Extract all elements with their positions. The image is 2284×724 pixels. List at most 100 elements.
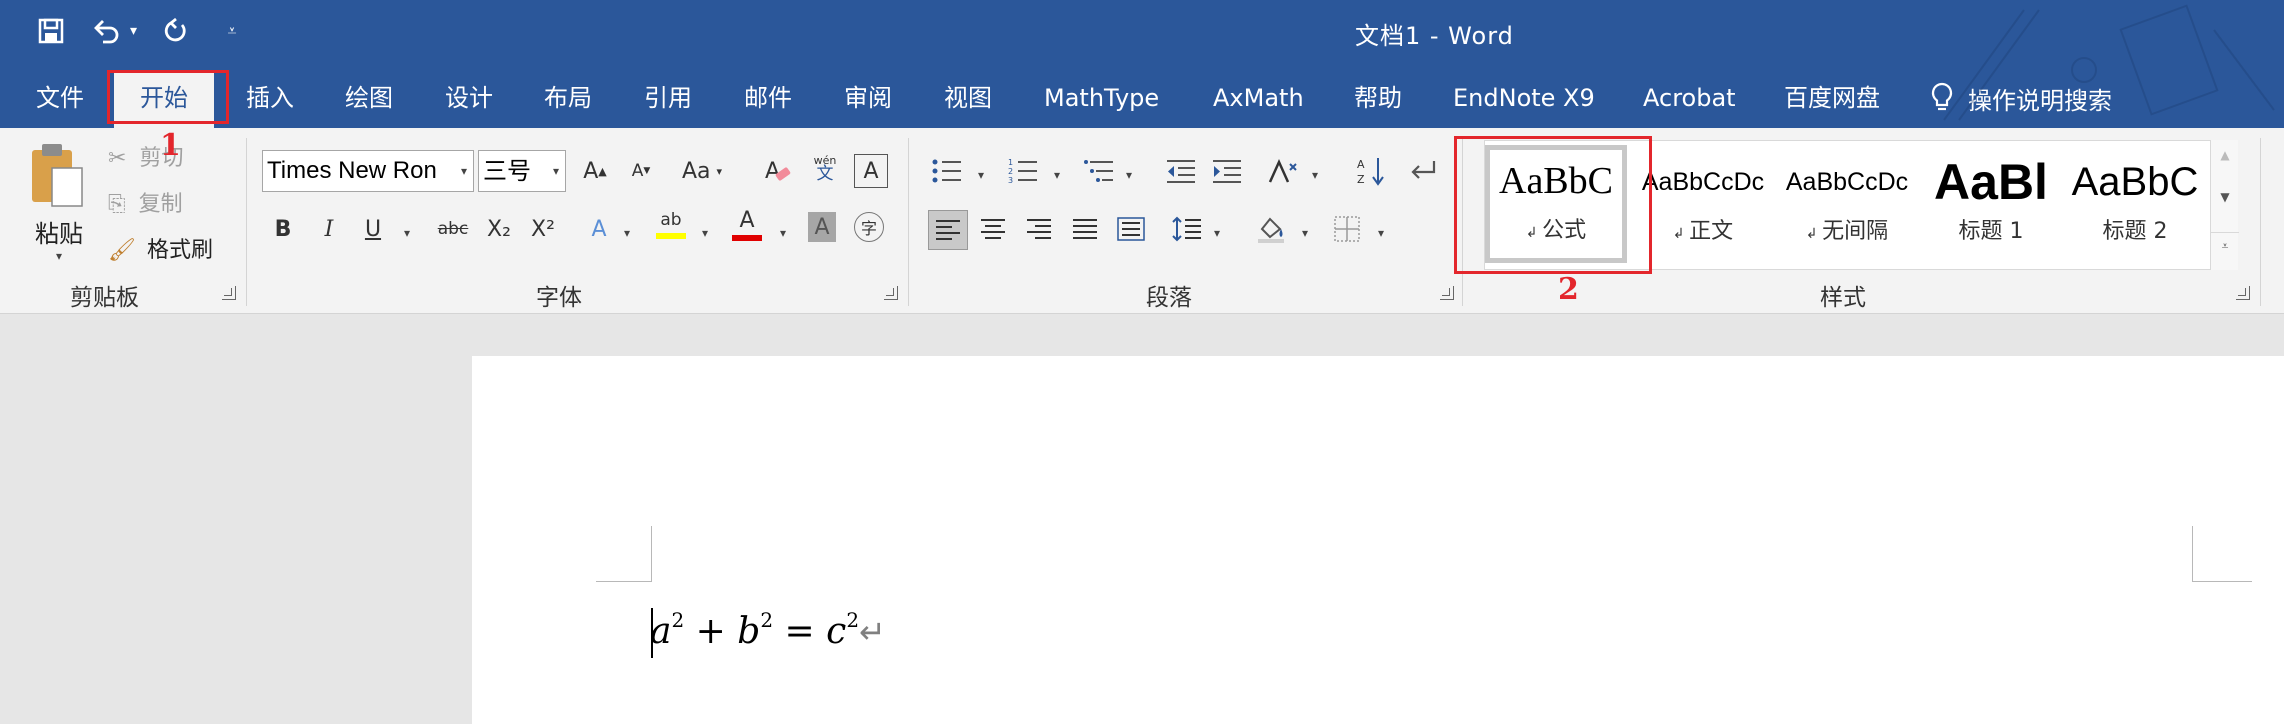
tab-insert[interactable]: 插入 (242, 78, 298, 118)
font-color-dropdown-icon[interactable]: ▾ (780, 226, 786, 240)
crop-mark-top-left (596, 526, 652, 582)
character-border-icon[interactable]: A (854, 154, 888, 188)
paste-button[interactable]: 粘贴 ▾ (28, 142, 90, 263)
shading-icon[interactable] (1254, 212, 1288, 246)
scroll-down-icon[interactable]: ▼ (2211, 190, 2239, 204)
redo-icon[interactable] (159, 14, 193, 48)
style-no-spacing[interactable]: AaBbCcDc ↲ 无间隔 (1777, 151, 1917, 257)
save-icon[interactable] (34, 14, 68, 48)
bullets-dropdown-icon[interactable]: ▾ (978, 168, 984, 182)
italic-button[interactable]: I (312, 212, 346, 246)
tab-acrobat[interactable]: Acrobat (1639, 78, 1740, 118)
increase-indent-icon[interactable] (1210, 154, 1244, 188)
annotation-number-2: 2 (1558, 272, 1579, 307)
style-heading-1-label: 标题 1 (1958, 219, 2024, 244)
align-left-icon[interactable] (928, 210, 968, 250)
clipboard-launcher-icon[interactable] (222, 286, 236, 300)
highlight-button[interactable]: ab (654, 208, 688, 242)
chevron-down-icon: ▾ (460, 164, 467, 178)
text-effects-button[interactable]: A (582, 212, 616, 246)
document-page[interactable] (472, 356, 2284, 724)
group-divider (2260, 138, 2261, 306)
numbering-icon[interactable]: 123 (1006, 154, 1040, 188)
paste-dropdown-icon[interactable]: ▾ (28, 249, 90, 263)
tab-review[interactable]: 审阅 (840, 78, 896, 118)
enclose-characters-button[interactable]: 字 (854, 212, 884, 242)
tab-help[interactable]: 帮助 (1350, 78, 1406, 118)
underline-button[interactable]: U (356, 212, 390, 246)
tab-references[interactable]: 引用 (640, 78, 696, 118)
style-preview: AaBbCcDc (1641, 168, 1765, 196)
chinese-layout-icon[interactable] (1266, 154, 1300, 188)
tab-endnote[interactable]: EndNote X9 (1449, 78, 1599, 118)
style-normal-label: 正文 (1689, 219, 1734, 244)
brush-icon: 🖌 (108, 238, 136, 263)
tab-mailings[interactable]: 邮件 (740, 78, 796, 118)
style-normal[interactable]: AaBbCcDc ↲ 正文 (1633, 151, 1773, 257)
tab-file[interactable]: 文件 (32, 78, 88, 118)
numbering-dropdown-icon[interactable]: ▾ (1054, 168, 1060, 182)
character-shading-button[interactable]: A (808, 212, 836, 242)
line-spacing-icon[interactable] (1170, 212, 1204, 246)
line-spacing-dropdown-icon[interactable]: ▾ (1214, 226, 1220, 240)
tab-baidu-netdisk[interactable]: 百度网盘 (1780, 78, 1884, 118)
align-center-icon[interactable] (976, 212, 1010, 246)
style-heading-2-label: 标题 2 (2102, 219, 2168, 244)
superscript-button[interactable]: X² (526, 212, 560, 246)
undo-dropdown-icon[interactable]: ▾ (130, 23, 137, 39)
font-size-combobox[interactable]: 三号 ▾ (478, 150, 566, 192)
decrease-indent-icon[interactable] (1164, 154, 1198, 188)
format-painter-button[interactable]: 🖌 格式刷 (108, 232, 213, 264)
borders-dropdown-icon[interactable]: ▾ (1378, 226, 1384, 240)
style-name: ↲ 正文 (1672, 219, 1734, 244)
grow-font-icon[interactable]: A ▲ (578, 154, 612, 188)
styles-launcher-icon[interactable] (2236, 286, 2250, 300)
tab-design[interactable]: 设计 (441, 78, 497, 118)
svg-text:Z: Z (1357, 173, 1365, 186)
show-marks-icon[interactable] (1406, 154, 1440, 188)
font-color-label: A (739, 207, 755, 233)
change-case-button[interactable]: Aa ▾ (676, 154, 728, 188)
copy-icon: ⎘ (108, 192, 126, 217)
tab-mathtype[interactable]: MathType (1040, 78, 1163, 118)
copy-button[interactable]: ⎘ 复制 (108, 186, 183, 218)
phonetic-guide-icon[interactable]: wén 文 (808, 152, 842, 186)
text-effects-dropdown-icon[interactable]: ▾ (624, 226, 630, 240)
chinese-layout-dropdown-icon[interactable]: ▾ (1312, 168, 1318, 182)
ribbon-home: 粘贴 ▾ ✂ 剪切 ⎘ 复制 🖌 格式刷 剪贴板 Times New Ron ▾… (0, 128, 2284, 314)
undo-icon[interactable] (90, 14, 124, 48)
bold-button[interactable]: B (266, 212, 300, 246)
sort-icon[interactable]: AZ (1354, 154, 1388, 188)
tab-draw[interactable]: 绘图 (341, 78, 397, 118)
borders-icon[interactable] (1330, 212, 1364, 246)
svg-text:3: 3 (1008, 176, 1013, 184)
paragraph-launcher-icon[interactable] (1440, 286, 1454, 300)
align-right-icon[interactable] (1022, 212, 1056, 246)
highlight-dropdown-icon[interactable]: ▾ (702, 226, 708, 240)
gallery-more-icon[interactable]: ⩡ (2211, 232, 2239, 254)
group-divider (246, 138, 247, 306)
shrink-font-icon[interactable]: A ▼ (624, 154, 658, 188)
customize-qat-icon[interactable]: ⩡ (215, 14, 249, 48)
underline-dropdown-icon[interactable]: ▾ (404, 226, 410, 240)
justify-icon[interactable] (1068, 212, 1102, 246)
distributed-icon[interactable] (1114, 212, 1148, 246)
style-heading-1[interactable]: AaBl 标题 1 (1921, 151, 2061, 257)
scroll-up-icon[interactable]: ▲ (2211, 148, 2239, 162)
paragraph-mark-icon: ↵ (859, 613, 886, 651)
tab-view[interactable]: 视图 (940, 78, 996, 118)
style-heading-2[interactable]: AaBbC 标题 2 (2065, 151, 2205, 257)
multilevel-dropdown-icon[interactable]: ▾ (1126, 168, 1132, 182)
bullets-icon[interactable] (930, 154, 964, 188)
font-color-button[interactable]: A (730, 208, 764, 242)
clear-formatting-icon[interactable]: A (760, 154, 794, 188)
multilevel-list-icon[interactable] (1082, 154, 1116, 188)
font-launcher-icon[interactable] (884, 286, 898, 300)
subscript-button[interactable]: X₂ (482, 212, 516, 246)
strikethrough-button[interactable]: abc (432, 212, 474, 246)
equation-pythagorean[interactable]: a2 + b2 = c2↵ (650, 608, 886, 652)
tab-axmath[interactable]: AxMath (1209, 78, 1308, 118)
shading-dropdown-icon[interactable]: ▾ (1302, 226, 1308, 240)
font-name-combobox[interactable]: Times New Ron ▾ (262, 150, 474, 192)
tab-layout[interactable]: 布局 (540, 78, 596, 118)
